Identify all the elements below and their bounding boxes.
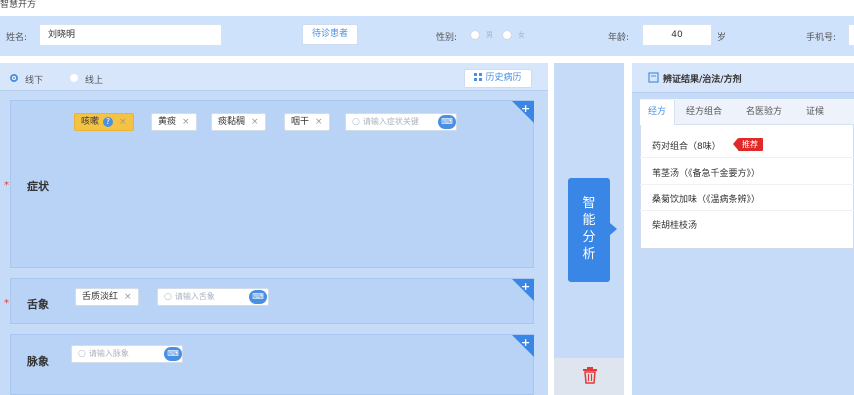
smart-analysis-button[interactable]: 智 能 分 析 [568, 178, 610, 282]
grid-icon [474, 73, 483, 81]
symptom-tag-label: 咽干 [291, 117, 310, 127]
plus-icon: + [521, 102, 531, 115]
search-icon: ○ [352, 117, 360, 127]
mode-radio-offline[interactable] [10, 74, 18, 82]
divider [640, 157, 854, 158]
arrow-right-icon [610, 223, 617, 235]
close-icon[interactable]: × [119, 117, 127, 127]
tab-formula-combination[interactable]: 经方组合 [686, 100, 722, 124]
symptom-search-placeholder: 请输入症状关键 [362, 117, 419, 126]
analysis-char: 智 [582, 196, 596, 211]
symptom-tag-dry-throat[interactable]: 咽干 × [284, 113, 330, 131]
divider [640, 210, 854, 211]
result-item[interactable]: 桑菊饮加味（《温病条辨》） [652, 192, 760, 205]
age-input[interactable]: 40 [642, 24, 712, 46]
tongue-required-mark: * [4, 298, 9, 309]
waiting-patients-button[interactable]: 待诊患者 [302, 24, 358, 45]
symptom-tag-label: 黄痰 [158, 117, 177, 127]
tab-expert-formula[interactable]: 名医验方 [746, 100, 782, 124]
age-unit: 岁 [717, 33, 727, 43]
search-icon: ○ [164, 292, 172, 302]
keyboard-icon[interactable]: ⌨ [438, 115, 456, 129]
symptom-tag-cough[interactable]: 咳嗽? × [74, 113, 134, 131]
history-records-button[interactable]: 历史病历 [464, 69, 532, 88]
tab-classic-formula[interactable]: 经方 [640, 100, 676, 125]
tongue-tag-label: 舌质淡红 [82, 292, 119, 302]
analysis-char: 析 [582, 247, 596, 262]
close-icon[interactable]: × [182, 117, 190, 127]
close-icon[interactable]: × [124, 292, 132, 302]
history-records-label: 历史病历 [485, 73, 522, 83]
tongue-search-placeholder: 请输入舌象 [174, 292, 215, 301]
symptom-tag-yellow-phlegm[interactable]: 黄痰 × [151, 113, 197, 131]
phone-label: 手机号: [806, 33, 837, 43]
tongue-label: 舌象 [27, 298, 49, 311]
plus-icon: + [521, 280, 531, 293]
tab-syndrome[interactable]: 证候 [806, 100, 824, 124]
gender-option-male: 男 [486, 31, 493, 39]
symptoms-required-mark: * [4, 180, 9, 191]
gender-radio-female[interactable] [503, 31, 511, 39]
divider [640, 184, 854, 185]
book-icon [648, 72, 659, 83]
gender-label: 性别: [436, 33, 458, 43]
gender-option-female: 女 [518, 31, 525, 39]
symptom-tag-label: 咳嗽 [81, 117, 100, 127]
mode-option-online: 线上 [85, 76, 104, 86]
help-icon[interactable]: ? [103, 117, 114, 127]
trash-icon[interactable] [582, 367, 598, 384]
result-item[interactable]: 苇茎汤（《备急千金要方》） [652, 166, 760, 179]
name-label: 姓名: [6, 33, 28, 43]
pulse-search-placeholder: 请输入脉象 [88, 349, 129, 358]
symptom-tag-sticky-phlegm[interactable]: 痰黏稠 × [211, 113, 266, 131]
keyboard-icon[interactable]: ⌨ [164, 347, 182, 361]
app-title: 智慧开方 [0, 0, 37, 10]
close-icon[interactable]: × [315, 117, 323, 127]
search-icon: ○ [78, 349, 86, 359]
age-label: 年龄: [608, 33, 630, 43]
gender-radio-male[interactable] [471, 31, 479, 39]
analysis-char: 能 [582, 213, 596, 228]
mode-option-offline: 线下 [25, 76, 44, 86]
result-item[interactable]: 药对组合（8味） [652, 139, 721, 152]
recommend-badge: 推荐 [738, 138, 763, 151]
symptom-tag-label: 痰黏稠 [218, 117, 246, 127]
name-input[interactable]: 刘晓明 [39, 24, 222, 46]
mode-radio-online[interactable] [70, 74, 78, 82]
plus-icon: + [521, 336, 531, 349]
analysis-char: 分 [582, 230, 596, 245]
keyboard-icon[interactable]: ⌨ [249, 290, 267, 304]
symptoms-label: 症状 [27, 180, 49, 193]
tongue-tag-pale-red[interactable]: 舌质淡红 × [75, 288, 139, 306]
close-icon[interactable]: × [251, 117, 259, 127]
results-title: 辨证结果/治法/方剂 [663, 75, 742, 85]
pulse-label: 脉象 [27, 355, 49, 368]
pulse-section [10, 334, 534, 395]
result-item[interactable]: 柴胡桂枝汤 [652, 218, 697, 231]
phone-input[interactable] [848, 24, 854, 46]
